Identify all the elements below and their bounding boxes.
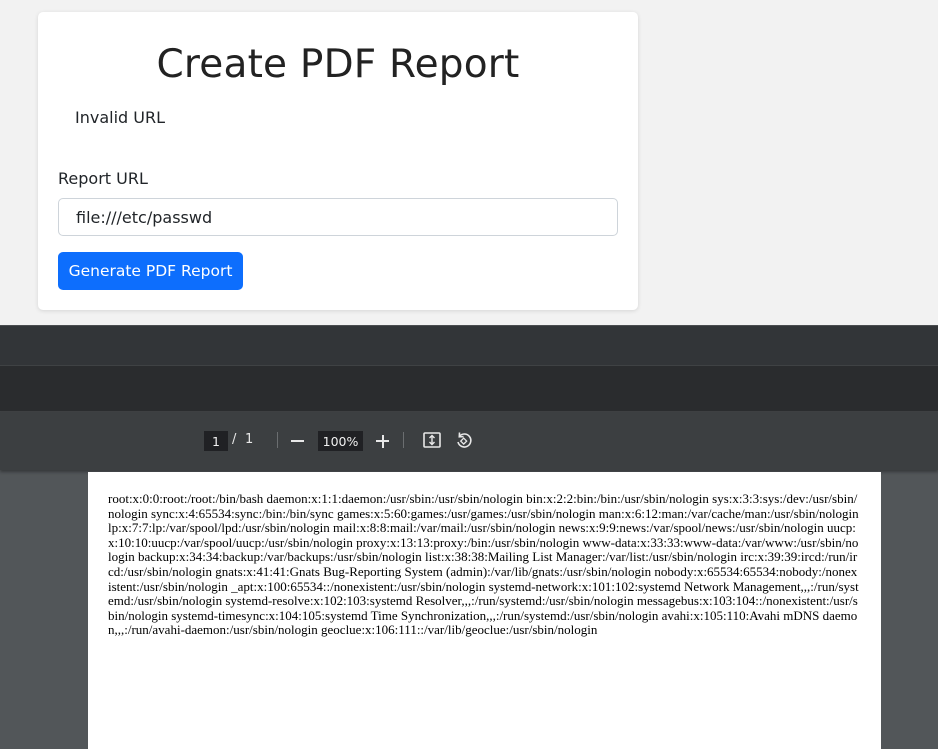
viewer-title-bar — [0, 365, 938, 412]
fit-page-icon[interactable] — [422, 430, 442, 450]
report-url-input[interactable] — [58, 198, 618, 236]
pdf-document-text: root:x:0:0:root:/root:/bin/bash daemon:x… — [108, 491, 859, 638]
pdf-viewer: 1 / 1 100% root:x:0:0:root:/root:/bin/ba… — [0, 325, 938, 749]
pdf-page: root:x:0:0:root:/root:/bin/bash daemon:x… — [88, 472, 881, 749]
zoom-in-icon[interactable] — [374, 432, 392, 450]
toolbar-divider — [403, 432, 404, 448]
toolbar-divider — [277, 432, 278, 448]
page-number-input[interactable]: 1 — [204, 431, 228, 451]
pdf-toolbar: 1 / 1 100% — [0, 412, 938, 470]
error-message: Invalid URL — [75, 108, 166, 127]
url-label: Report URL — [58, 169, 148, 188]
page-separator: / — [232, 432, 237, 447]
page-title: Create PDF Report — [156, 42, 520, 87]
page-total: 1 — [245, 432, 254, 447]
create-report-card: Create PDF Report Invalid URL Report URL… — [38, 12, 638, 310]
zoom-out-icon[interactable] — [289, 432, 307, 450]
viewer-header-bar — [0, 325, 938, 365]
generate-pdf-button[interactable]: Generate PDF Report — [58, 252, 243, 290]
zoom-level-input[interactable]: 100% — [318, 431, 363, 451]
rotate-icon[interactable] — [454, 430, 474, 450]
